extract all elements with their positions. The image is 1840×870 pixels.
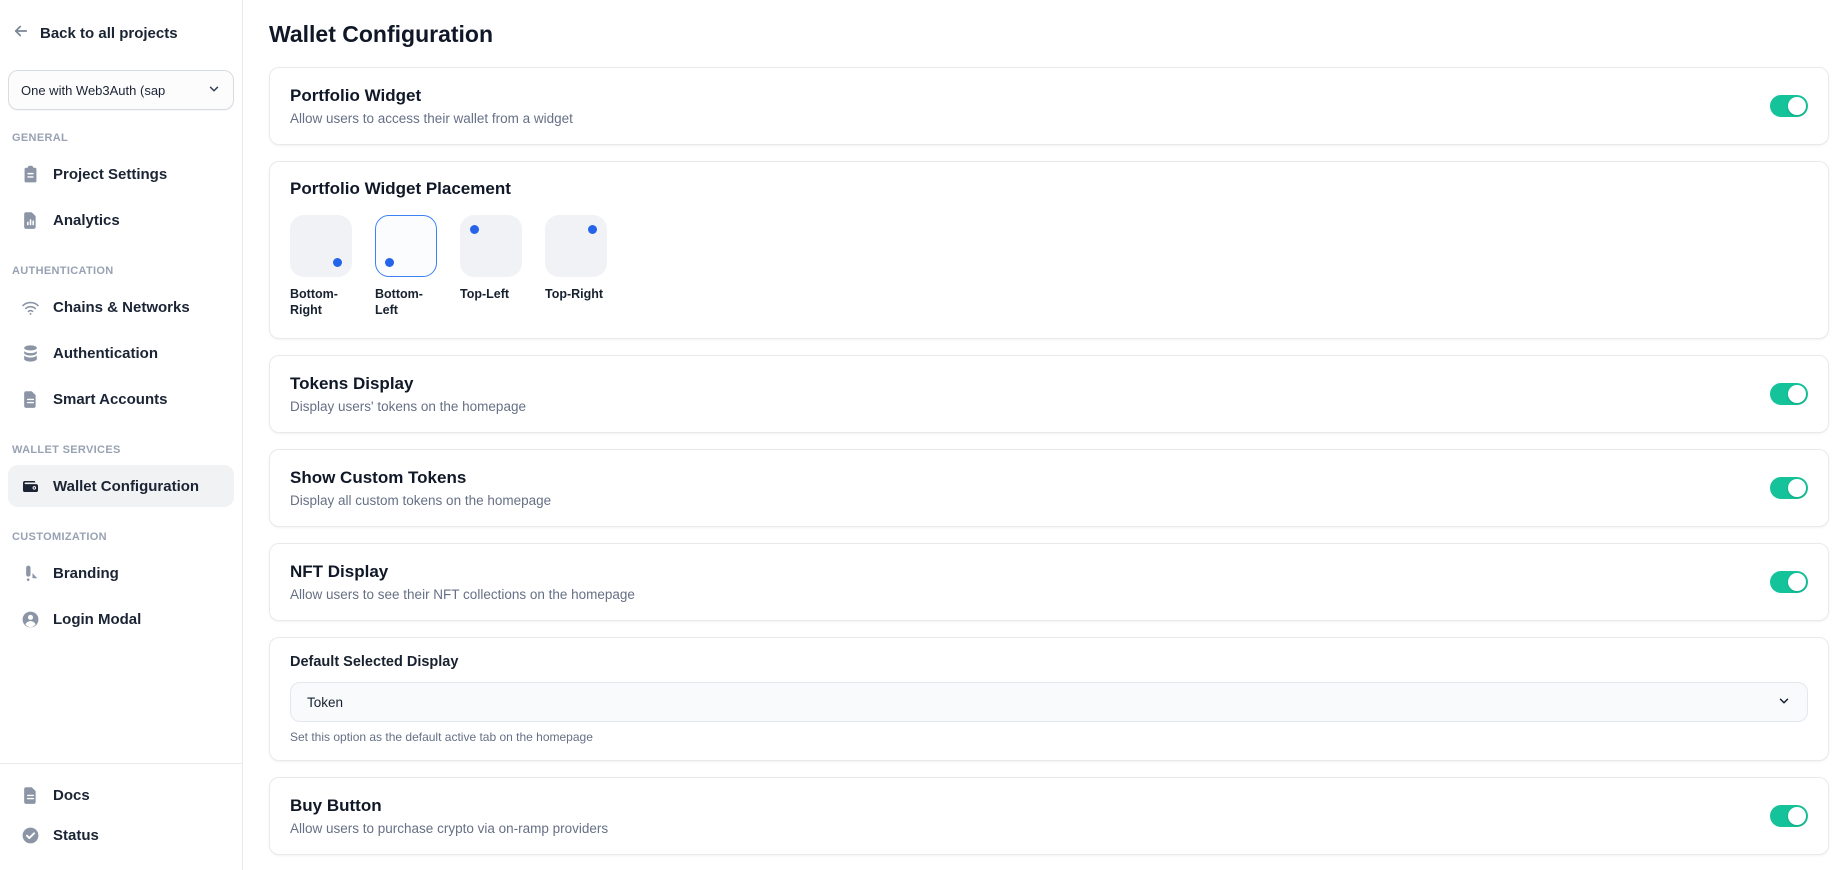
sidebar-item-label: Smart Accounts — [53, 391, 167, 408]
section-label-authentication: AUTHENTICATION — [12, 265, 234, 277]
placement-option-top-right[interactable]: Top-Right — [545, 215, 609, 318]
card-description: Display all custom tokens on the homepag… — [290, 492, 551, 510]
clipboard-icon — [20, 164, 40, 184]
arrow-left-icon — [12, 22, 30, 44]
sidebar-item-label: Status — [53, 827, 99, 844]
sidebar: Back to all projects One with Web3Auth (… — [0, 0, 243, 870]
placement-dot-icon — [470, 225, 479, 234]
placement-tile — [375, 215, 437, 277]
nft-display-toggle[interactable] — [1770, 571, 1808, 593]
nft-display-card: NFT Display Allow users to see their NFT… — [269, 543, 1829, 621]
back-to-projects-link[interactable]: Back to all projects — [12, 22, 234, 44]
placement-options: Bottom-Right Bottom-Left Top-Left Top-Ri… — [290, 215, 1808, 318]
section-label-customization: CUSTOMIZATION — [12, 531, 234, 543]
placement-label: Bottom-Right — [290, 286, 354, 318]
toggle-knob — [1788, 479, 1806, 497]
show-custom-tokens-card: Show Custom Tokens Display all custom to… — [269, 449, 1829, 527]
placement-dot-icon — [385, 258, 394, 267]
placement-option-bottom-left[interactable]: Bottom-Left — [375, 215, 439, 318]
sidebar-item-authentication[interactable]: Authentication — [8, 332, 234, 374]
card-description: Allow users to access their wallet from … — [290, 110, 573, 128]
sidebar-item-label: Wallet Configuration — [53, 478, 199, 495]
sidebar-item-label: Login Modal — [53, 611, 141, 628]
sidebar-item-label: Authentication — [53, 345, 158, 362]
sidebar-item-label: Analytics — [53, 212, 120, 229]
section-label-general: GENERAL — [12, 132, 234, 144]
placement-option-top-left[interactable]: Top-Left — [460, 215, 524, 318]
project-selector-value: One with Web3Auth (sap — [21, 83, 165, 98]
buy-button-card: Buy Button Allow users to purchase crypt… — [269, 777, 1829, 855]
main-content: Wallet Configuration Portfolio Widget Al… — [243, 0, 1840, 870]
section-label-wallet-services: WALLET SERVICES — [12, 444, 234, 456]
page-title: Wallet Configuration — [269, 20, 1829, 48]
sidebar-item-label: Docs — [53, 787, 90, 804]
sidebar-footer: Docs Status — [0, 763, 242, 870]
portfolio-widget-placement-card: Portfolio Widget Placement Bottom-Right … — [269, 161, 1829, 339]
placement-tile — [545, 215, 607, 277]
placement-dot-icon — [333, 258, 342, 267]
sidebar-spacer — [8, 642, 234, 763]
chevron-down-icon — [1777, 694, 1791, 711]
wallet-icon — [20, 476, 40, 496]
sidebar-item-project-settings[interactable]: Project Settings — [8, 153, 234, 195]
portfolio-widget-card: Portfolio Widget Allow users to access t… — [269, 67, 1829, 145]
portfolio-widget-toggle[interactable] — [1770, 95, 1808, 117]
sidebar-item-analytics[interactable]: Analytics — [8, 199, 234, 241]
card-title: Tokens Display — [290, 373, 526, 395]
select-label: Default Selected Display — [290, 653, 1808, 671]
sidebar-item-smart-accounts[interactable]: Smart Accounts — [8, 378, 234, 420]
back-link-label: Back to all projects — [40, 25, 178, 42]
document-icon — [20, 785, 40, 805]
sidebar-item-docs[interactable]: Docs — [8, 776, 234, 814]
sidebar-item-branding[interactable]: Branding — [8, 552, 234, 594]
placement-label: Bottom-Left — [375, 286, 439, 318]
analytics-icon — [20, 210, 40, 230]
brush-icon — [20, 563, 40, 583]
placement-dot-icon — [588, 225, 597, 234]
sidebar-item-login-modal[interactable]: Login Modal — [8, 598, 234, 640]
card-title: Portfolio Widget — [290, 85, 573, 107]
default-selected-display-card: Default Selected Display Token Set this … — [269, 637, 1829, 761]
card-description: Allow users to purchase crypto via on-ra… — [290, 820, 608, 838]
select-value: Token — [307, 695, 343, 710]
sidebar-item-label: Branding — [53, 565, 119, 582]
document-icon — [20, 389, 40, 409]
sidebar-item-chains-networks[interactable]: Chains & Networks — [8, 286, 234, 328]
placement-option-bottom-right[interactable]: Bottom-Right — [290, 215, 354, 318]
placement-label: Top-Right — [545, 286, 609, 302]
card-description: Allow users to see their NFT collections… — [290, 586, 635, 604]
show-custom-tokens-toggle[interactable] — [1770, 477, 1808, 499]
card-title: Buy Button — [290, 795, 608, 817]
tokens-display-toggle[interactable] — [1770, 383, 1808, 405]
card-title: Show Custom Tokens — [290, 467, 551, 489]
sidebar-item-status[interactable]: Status — [8, 816, 234, 854]
toggle-knob — [1788, 385, 1806, 403]
card-description: Display users' tokens on the homepage — [290, 398, 526, 416]
toggle-knob — [1788, 97, 1806, 115]
default-display-select[interactable]: Token — [290, 682, 1808, 722]
database-icon — [20, 343, 40, 363]
buy-button-toggle[interactable] — [1770, 805, 1808, 827]
sidebar-item-label: Chains & Networks — [53, 299, 190, 316]
toggle-knob — [1788, 573, 1806, 591]
project-selector[interactable]: One with Web3Auth (sap — [8, 70, 234, 110]
select-helper-text: Set this option as the default active ta… — [290, 730, 1808, 744]
card-title: NFT Display — [290, 561, 635, 583]
chevron-down-icon — [207, 82, 221, 99]
sidebar-item-wallet-configuration[interactable]: Wallet Configuration — [8, 465, 234, 507]
toggle-knob — [1788, 807, 1806, 825]
placement-tile — [290, 215, 352, 277]
tokens-display-card: Tokens Display Display users' tokens on … — [269, 355, 1829, 433]
wifi-icon — [20, 297, 40, 317]
user-circle-icon — [20, 609, 40, 629]
card-title: Portfolio Widget Placement — [290, 178, 1808, 200]
check-circle-icon — [20, 825, 40, 845]
placement-tile — [460, 215, 522, 277]
sidebar-item-label: Project Settings — [53, 166, 167, 183]
placement-label: Top-Left — [460, 286, 524, 302]
